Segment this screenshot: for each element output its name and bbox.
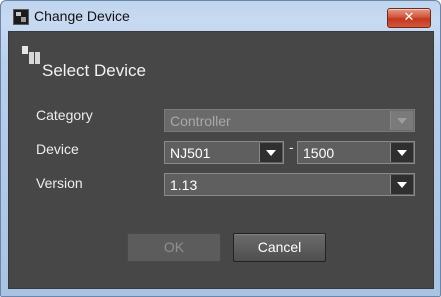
app-icon	[13, 9, 29, 25]
category-select: Controller	[164, 109, 415, 132]
device-variant-value: 1500	[303, 145, 335, 161]
version-value: 1.13	[170, 177, 198, 193]
version-dropdown-button[interactable]	[390, 175, 413, 194]
window-title: Change Device	[34, 8, 130, 24]
cancel-button[interactable]: Cancel	[233, 233, 326, 262]
close-button[interactable]: ✕	[387, 8, 431, 28]
chevron-down-icon	[266, 150, 276, 156]
ok-button: OK	[127, 233, 221, 262]
section-title: Select Device	[42, 61, 146, 80]
category-dropdown-arrow	[390, 111, 413, 130]
device-model-value: NJ501	[170, 145, 211, 161]
close-icon: ✕	[403, 10, 415, 25]
device-label: Device	[36, 141, 79, 157]
version-label: Version	[36, 175, 83, 191]
device-variant-select[interactable]: 1500	[297, 141, 415, 164]
title-bar[interactable]: Change Device ✕	[1, 1, 440, 31]
category-value: Controller	[170, 113, 231, 129]
device-variant-dropdown-button[interactable]	[390, 143, 413, 162]
chevron-down-icon	[397, 118, 407, 124]
device-separator: -	[289, 139, 294, 155]
version-select[interactable]: 1.13	[164, 173, 415, 196]
device-model-dropdown-button[interactable]	[259, 143, 282, 162]
category-label: Category	[36, 107, 93, 123]
device-model-select[interactable]: NJ501	[164, 141, 284, 164]
chevron-down-icon	[397, 150, 407, 156]
chevron-down-icon	[397, 182, 407, 188]
device-icon	[22, 46, 44, 66]
